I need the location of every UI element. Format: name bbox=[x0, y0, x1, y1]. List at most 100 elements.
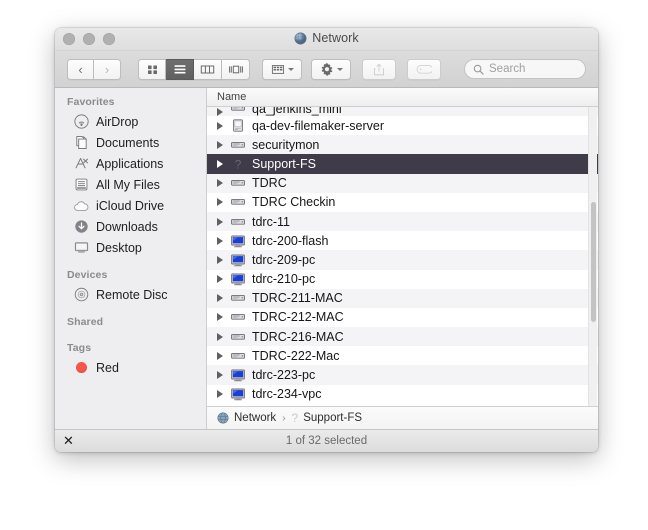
tower-icon bbox=[233, 118, 243, 132]
file-rows[interactable]: qa_jenkins_mini qa-dev-filemaker-server se… bbox=[207, 107, 598, 406]
column-view-button[interactable] bbox=[194, 58, 222, 80]
action-button[interactable] bbox=[311, 58, 351, 80]
back-button[interactable]: ‹ bbox=[67, 58, 94, 80]
server-icon bbox=[231, 352, 245, 359]
sidebar-item-applications[interactable]: Applications bbox=[55, 153, 206, 174]
table-row-selected[interactable]: ? Support-FS bbox=[207, 154, 598, 174]
sidebar-item-downloads[interactable]: Downloads bbox=[55, 216, 206, 237]
sidebar-item-tag-red[interactable]: Red bbox=[55, 357, 206, 378]
table-row[interactable]: qa_jenkins_mini bbox=[207, 107, 598, 116]
table-row-label: TDRC-212-MAC bbox=[252, 310, 344, 325]
table-row[interactable]: TDRC-216-MAC bbox=[207, 327, 598, 347]
table-row[interactable]: TDRC Checkin bbox=[207, 193, 598, 212]
scrollbar-thumb[interactable] bbox=[590, 202, 596, 322]
close-button[interactable] bbox=[63, 33, 75, 45]
sidebar-item-label: Red bbox=[96, 360, 119, 375]
server-icon bbox=[230, 329, 246, 345]
disclosure-triangle-icon[interactable] bbox=[217, 217, 223, 226]
path-segment-support-fs[interactable]: Support-FS bbox=[303, 412, 362, 424]
disclosure-triangle-icon[interactable] bbox=[217, 198, 223, 207]
disclosure-triangle-icon[interactable] bbox=[217, 159, 223, 168]
unknown-icon: ? bbox=[235, 157, 242, 171]
disclosure-triangle-icon[interactable] bbox=[217, 371, 223, 380]
close-x-icon[interactable]: ✕ bbox=[63, 433, 74, 448]
disclosure-triangle-icon[interactable] bbox=[217, 294, 223, 303]
table-row[interactable]: TDRC-222-Mac bbox=[207, 346, 598, 365]
sidebar-item-icloud-drive[interactable]: iCloud Drive bbox=[55, 195, 206, 216]
airdrop-icon bbox=[73, 114, 89, 130]
icloud-icon bbox=[73, 198, 89, 214]
pc-monitor-icon bbox=[230, 233, 246, 249]
table-row-label: tdrc-210-pc bbox=[252, 272, 316, 287]
path-separator: › bbox=[282, 412, 286, 424]
table-row[interactable]: tdrc-11 bbox=[207, 211, 598, 232]
icon-view-button[interactable] bbox=[138, 58, 166, 80]
coverflow-view-button[interactable] bbox=[222, 58, 250, 80]
pc-monitor-icon bbox=[230, 367, 246, 383]
server-icon bbox=[231, 333, 245, 340]
coverflow-icon bbox=[228, 65, 243, 73]
server-icon bbox=[231, 199, 245, 205]
server-icon bbox=[231, 180, 245, 186]
pc-monitor-icon bbox=[230, 252, 246, 268]
sidebar-item-remote-disc[interactable]: Remote Disc bbox=[55, 284, 206, 305]
arrange-button[interactable] bbox=[262, 58, 302, 80]
tag-dot-red-icon bbox=[73, 360, 89, 376]
disclosure-triangle-icon[interactable] bbox=[217, 121, 223, 130]
downloads-icon bbox=[73, 219, 89, 235]
table-row-label: securitymon bbox=[252, 137, 320, 152]
table-row-label: tdrc-11 bbox=[252, 214, 290, 229]
table-row[interactable]: TDRC bbox=[207, 173, 598, 193]
tag-button[interactable] bbox=[407, 58, 441, 80]
disclosure-triangle-icon[interactable] bbox=[217, 390, 223, 399]
sidebar-item-label: Documents bbox=[96, 135, 160, 150]
table-row[interactable]: qa-dev-filemaker-server bbox=[207, 116, 598, 135]
share-button[interactable] bbox=[362, 58, 396, 80]
search-placeholder: Search bbox=[489, 63, 526, 75]
disclosure-triangle-icon[interactable] bbox=[217, 108, 223, 116]
sidebar-item-desktop[interactable]: Desktop bbox=[55, 237, 206, 258]
table-row[interactable]: TDRC-212-MAC bbox=[207, 308, 598, 327]
pc-monitor-icon bbox=[230, 271, 246, 287]
forward-button[interactable]: › bbox=[94, 58, 121, 80]
minimize-button[interactable] bbox=[83, 33, 95, 45]
view-mode-buttons bbox=[138, 58, 250, 80]
search-field[interactable]: Search bbox=[464, 59, 586, 79]
list-view-button[interactable] bbox=[166, 58, 194, 80]
sidebar: Favorites AirDrop Documents Applications… bbox=[55, 88, 207, 429]
vertical-scrollbar[interactable] bbox=[588, 107, 597, 406]
disclosure-triangle-icon[interactable] bbox=[217, 179, 223, 188]
documents-icon bbox=[73, 135, 89, 151]
server-icon bbox=[230, 175, 246, 191]
disclosure-triangle-icon[interactable] bbox=[217, 351, 223, 360]
sidebar-item-documents[interactable]: Documents bbox=[55, 132, 206, 153]
disclosure-triangle-icon[interactable] bbox=[217, 255, 223, 264]
table-row[interactable]: tdrc-209-pc bbox=[207, 250, 598, 270]
sidebar-item-airdrop[interactable]: AirDrop bbox=[55, 111, 206, 132]
sidebar-item-label: AirDrop bbox=[96, 114, 139, 129]
disclosure-triangle-icon[interactable] bbox=[217, 332, 223, 341]
table-row[interactable]: tdrc-223-pc bbox=[207, 365, 598, 385]
globe-icon bbox=[294, 32, 307, 44]
table-row[interactable]: tdrc-200-flash bbox=[207, 231, 598, 250]
disclosure-triangle-icon[interactable] bbox=[217, 313, 223, 322]
table-row[interactable]: TDRC-211-MAC bbox=[207, 288, 598, 308]
table-row[interactable]: tdrc-210-pc bbox=[207, 270, 598, 289]
icon-grid-icon bbox=[147, 65, 157, 74]
pc-monitor-icon bbox=[231, 254, 245, 267]
table-row[interactable]: tdrc-234-vpc bbox=[207, 385, 598, 404]
disclosure-triangle-icon[interactable] bbox=[217, 140, 223, 149]
path-segment-network[interactable]: Network bbox=[234, 412, 276, 424]
column-header-name[interactable]: Name bbox=[217, 91, 246, 103]
titlebar[interactable]: Network bbox=[55, 28, 598, 51]
disclosure-triangle-icon[interactable] bbox=[217, 275, 223, 284]
sidebar-item-all-my-files[interactable]: All My Files bbox=[55, 174, 206, 195]
status-bar: ✕ 1 of 32 selected bbox=[55, 429, 598, 452]
zoom-button[interactable] bbox=[103, 33, 115, 45]
disclosure-triangle-icon[interactable] bbox=[217, 236, 223, 245]
chevron-down-icon bbox=[287, 67, 294, 71]
share-icon bbox=[374, 63, 384, 75]
table-row[interactable]: securitymon bbox=[207, 135, 598, 155]
tower-icon bbox=[230, 118, 246, 134]
pc-monitor-icon bbox=[231, 235, 245, 247]
